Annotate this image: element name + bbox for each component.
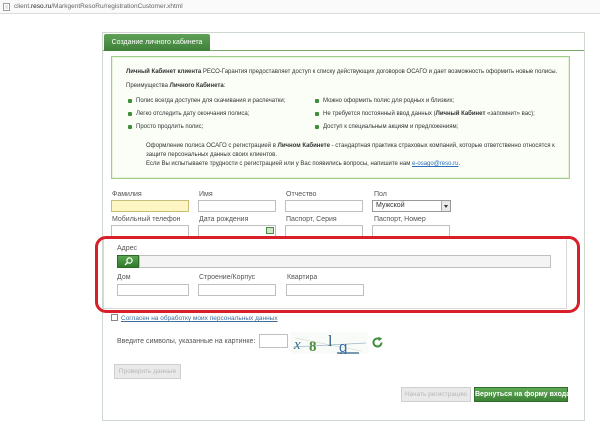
bullet-right-3: Доступ к специальным акциям и предложени… <box>315 124 458 130</box>
calendar-icon[interactable] <box>266 227 274 234</box>
passport-series-label: Паспорт, Серия <box>286 216 337 223</box>
captcha-label: Введите символы, указанные на картинке: <box>117 338 256 345</box>
captcha-image: x 8 l g <box>291 332 368 356</box>
bullet-left-1: Полис всегда доступен для скачивания и р… <box>128 98 285 104</box>
passport-number-label: Паспорт, Номер <box>374 216 426 223</box>
advantages-heading: Преимущества Личного Кабинета: <box>126 83 226 89</box>
captcha-char-2: 8 <box>309 339 317 354</box>
browser-address-bar[interactable]: client.reso.ru/MarkgentResoRu/registrati… <box>0 0 600 14</box>
help-email-link[interactable]: e-osago@reso.ru <box>412 161 458 167</box>
firstname-label: Имя <box>199 191 213 198</box>
chevron-down-icon[interactable] <box>441 201 450 211</box>
firstname-input[interactable] <box>198 200 276 212</box>
bullet-right-2: Не требуется постоянный ввод данных (Лич… <box>315 111 535 117</box>
intro-text: Личный Кабинет клиента РЕСО-Гарантия пре… <box>126 69 558 75</box>
bullet-right-1: Можно оформить полис для родных и близки… <box>315 98 454 104</box>
gender-select[interactable]: Мужской <box>372 200 451 212</box>
consent-link[interactable]: Согласен на обработку моих персональных … <box>121 315 278 322</box>
page-icon <box>3 3 10 11</box>
lastname-label: Фамилия <box>112 191 142 198</box>
help-text: Если Вы испытываете трудности с регистра… <box>146 161 461 167</box>
captcha-char-3: l <box>328 333 333 350</box>
registration-note: Оформление полиса ОСАГО с регистрацией в… <box>146 143 555 149</box>
captcha-input[interactable] <box>259 334 288 348</box>
consent-checkbox[interactable] <box>111 314 118 321</box>
patronymic-input[interactable] <box>285 200 363 212</box>
gender-value: Мужской <box>376 202 405 209</box>
refresh-icon[interactable] <box>371 336 384 349</box>
phone-label: Мобильный телефон <box>112 216 181 223</box>
check-data-button[interactable]: Проверить данные <box>114 364 181 379</box>
bullet-left-3: Просто продлить полис; <box>128 124 203 130</box>
captcha-char-1: x <box>293 337 301 353</box>
highlight-annotation <box>95 236 580 313</box>
tab-create-account[interactable]: Создание личного кабинета <box>104 34 210 51</box>
lastname-input[interactable] <box>111 200 189 212</box>
gender-label: Пол <box>374 191 387 198</box>
patronymic-label: Отчество <box>286 191 317 198</box>
back-to-login-button[interactable]: Вернуться на форму входа <box>474 387 570 402</box>
captcha-char-4: g <box>339 339 347 354</box>
info-box: Личный Кабинет клиента РЕСО-Гарантия пре… <box>111 56 570 179</box>
bullet-left-2: Легко отследить дату окончания полиса; <box>128 111 249 117</box>
birthdate-label: Дата рождения <box>199 216 249 223</box>
url-text[interactable]: client.reso.ru/MarkgentResoRu/registrati… <box>14 3 183 10</box>
registration-note-line2: защите персональных данных своих клиенто… <box>146 152 277 158</box>
start-registration-button[interactable]: Начать регистрацию <box>401 387 471 402</box>
